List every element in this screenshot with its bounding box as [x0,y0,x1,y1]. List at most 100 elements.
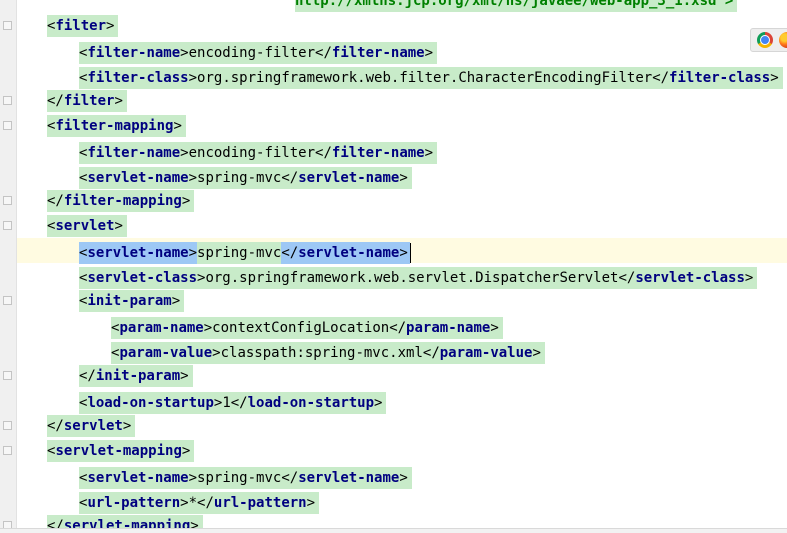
tag-bracket: > [203,320,213,336]
tag-name: init-param [87,293,172,309]
code-line[interactable]: <url-pattern>*</url-pattern> [17,488,320,514]
tag-name: param-value [119,345,213,361]
code-line[interactable]: <filter-name>encoding-filter</filter-nam… [17,138,438,164]
close-tag-segment: </filter-name> [315,142,438,164]
tag-name: filter-class [669,70,771,86]
code-line[interactable]: <filter> [17,13,119,38]
tag-bracket: </ [281,245,299,261]
tag-bracket: </ [315,145,332,161]
open-tag-segment: <servlet-class> [79,267,206,289]
element-value-segment: spring-mvc [197,242,282,264]
fold-marker-icon[interactable] [3,446,12,455]
tag-segment: </filter> [47,90,127,112]
tag-bracket: > [306,495,316,511]
close-tag-segment: </servlet-name> [281,467,412,489]
tag-bracket: > [188,170,198,186]
element-value: org.springframework.web.servlet.Dispatch… [205,270,619,286]
fold-marker-icon[interactable] [3,96,12,105]
close-tag-segment: </load-on-startup> [230,392,387,414]
code-line[interactable]: http://xmlns.jcp.org/xml/ns/javaee/web-a… [17,0,738,13]
tag-bracket: > [197,270,206,286]
fold-marker-icon[interactable] [3,196,12,205]
element-value-segment: classpath:spring-mvc.xml [220,342,423,364]
fold-marker-icon[interactable] [3,421,12,430]
tag-bracket: </ [197,495,214,511]
element-value-segment: 1 [222,392,231,414]
tag-bracket: > [770,70,779,86]
tag-bracket: </ [281,170,299,186]
tag-bracket: > [180,145,189,161]
tag-bracket: </ [230,395,248,411]
element-value: * [188,495,198,511]
tag-bracket: > [213,395,223,411]
tag-segment: <load-on-startup>1</load-on-startup> [79,390,387,414]
code-line[interactable]: </servlet> [17,413,136,438]
tag-segment: <servlet-name>spring-mvc</servlet-name> [79,465,412,489]
tag-bracket: > [188,470,198,486]
tag-bracket: > [122,418,132,434]
tag-bracket: </ [389,320,407,336]
open-tag-segment: <servlet-name> [79,467,198,489]
tag-name: servlet-name [298,470,400,486]
tag-name: servlet-class [635,270,745,286]
open-tag-segment: <filter-name> [79,42,189,64]
code-line[interactable]: </filter-mapping> [17,188,195,213]
tag-bracket: > [424,45,434,61]
tag-name: filter-mapping [55,118,174,134]
tag-segment: </init-param> [79,365,193,387]
tag-name: filter-mapping [63,193,182,209]
tag-bracket: > [173,118,182,134]
code-area[interactable]: http://xmlns.jcp.org/xml/ns/javaee/web-a… [17,0,787,533]
tag-name: filter-name [331,45,425,61]
code-line[interactable]: <filter-class>org.springframework.web.fi… [17,63,783,89]
open-tag-segment: <load-on-startup> [79,392,223,414]
close-tag-segment: </param-name> [389,317,503,339]
tag-bracket: > [114,93,123,109]
xml-editor[interactable]: http://xmlns.jcp.org/xml/ns/javaee/web-a… [0,0,787,533]
tag-bracket: </ [652,70,670,86]
element-value: spring-mvc [197,245,282,261]
tag-name: servlet [55,218,115,234]
tag-bracket: > [744,270,754,286]
code-line[interactable]: </filter> [17,88,127,113]
tag-name: servlet-name [298,245,400,261]
tag-name: filter [63,93,115,109]
text-caret [409,243,411,263]
tag-bracket: > [188,245,198,261]
fold-marker-icon[interactable] [3,221,12,230]
element-value-segment: spring-mvc [197,467,282,489]
tag-name: url-pattern [87,495,181,511]
close-tag-segment: </filter-name> [315,42,438,64]
code-line[interactable]: <param-name>contextConfigLocation</param… [17,313,503,339]
horizontal-scrollbar[interactable] [0,528,787,533]
tag-bracket: > [181,193,191,209]
code-line[interactable]: <param-value>classpath:spring-mvc.xml</p… [17,338,545,364]
firefox-icon[interactable] [779,32,787,48]
fold-marker-icon[interactable] [3,371,12,380]
tag-bracket: </ [618,270,636,286]
element-value-segment: org.springframework.web.servlet.Dispatch… [205,267,619,289]
code-line[interactable]: <servlet> [17,213,127,238]
fold-marker-icon[interactable] [3,296,12,305]
chrome-icon[interactable] [757,32,773,48]
code-line[interactable]: <servlet-name>spring-mvc</servlet-name> [17,163,412,189]
tag-segment: <filter-name>encoding-filter</filter-nam… [79,140,438,164]
editor-gutter[interactable] [0,0,17,533]
code-line[interactable]: <filter-mapping> [17,113,186,138]
fold-marker-icon[interactable] [3,21,12,30]
browser-preview-toolbar [750,28,787,52]
code-line[interactable]: <init-param> [17,288,185,313]
tag-bracket: > [180,45,189,61]
code-line[interactable]: </init-param> [17,363,193,388]
code-line[interactable]: <load-on-startup>1</load-on-startup> [17,388,387,414]
code-line[interactable]: <servlet-name>spring-mvc</servlet-name> [17,463,412,489]
tag-name: filter-class [87,70,189,86]
code-line[interactable]: <servlet-mapping> [17,438,195,463]
tag-bracket: > [374,395,383,411]
code-line[interactable]: <filter-name>encoding-filter</filter-nam… [17,38,438,64]
fold-marker-icon[interactable] [3,121,12,130]
tag-bracket: > [171,293,181,309]
code-line[interactable]: <servlet-name>spring-mvc</servlet-name> [17,238,787,264]
schema-location-text: http://xmlns.jcp.org/xml/ns/javaee/web-a… [295,0,734,9]
code-line[interactable]: <servlet-class>org.springframework.web.s… [17,263,758,289]
